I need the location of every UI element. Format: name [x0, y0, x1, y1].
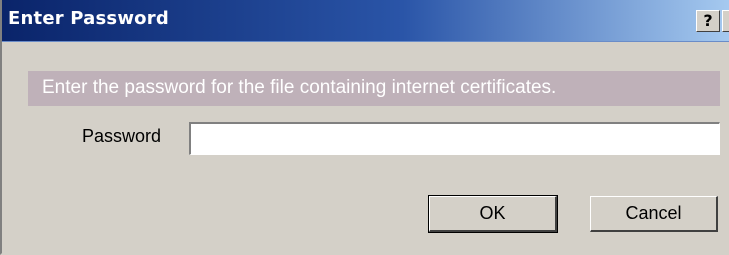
instruction-banner: Enter the password for the file containi… [28, 71, 720, 106]
window-title: Enter Password [8, 8, 169, 29]
enter-password-dialog: Enter Password ? ✕ Enter the password fo… [0, 0, 729, 255]
ok-button[interactable]: OK [428, 195, 558, 233]
password-label: Password [82, 126, 162, 146]
password-input[interactable] [189, 122, 720, 155]
cancel-button[interactable]: Cancel [590, 196, 718, 232]
title-bar[interactable]: Enter Password ? ✕ [2, 0, 729, 42]
help-icon[interactable]: ? [696, 10, 720, 32]
instruction-text: Enter the password for the file containi… [42, 77, 557, 98]
close-icon[interactable]: ✕ [722, 10, 729, 32]
